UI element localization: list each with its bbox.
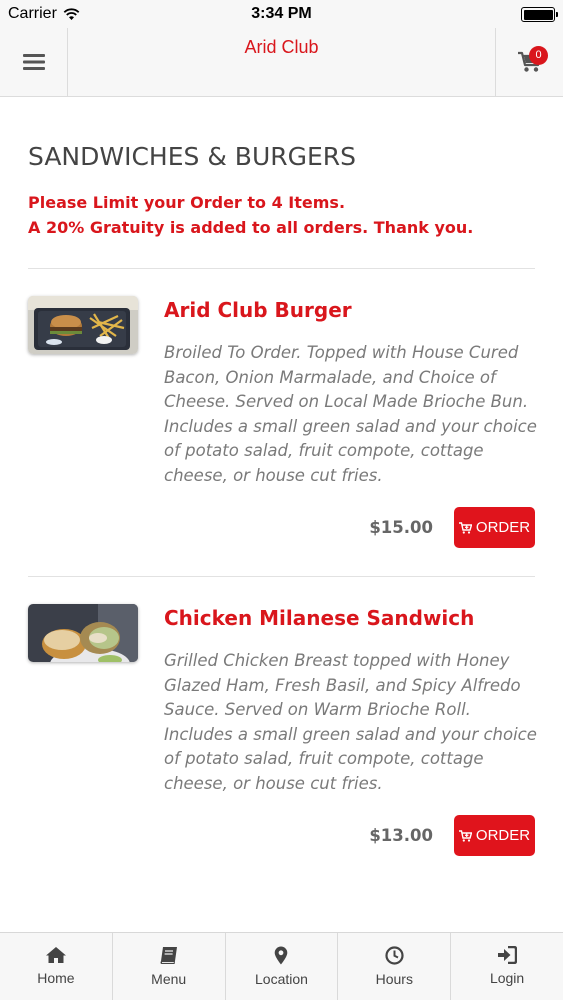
order-button-label: ORDER — [475, 519, 531, 536]
tab-menu[interactable]: Menu — [113, 933, 226, 1000]
notice-line-2: A 20% Gratuity is added to all orders. T… — [28, 218, 474, 237]
order-notice: Please Limit your Order to 4 Items. A 20… — [28, 190, 535, 240]
order-button-label: ORDER — [475, 827, 531, 844]
nav-bar: Arid Club 0 — [0, 28, 563, 97]
item-description: Broiled To Order. Topped with House Cure… — [164, 343, 537, 485]
sign-in-icon — [498, 946, 518, 964]
tab-label: Menu — [151, 971, 187, 987]
map-pin-icon — [275, 946, 288, 965]
sandwich-photo[interactable] — [28, 604, 138, 662]
tab-hours[interactable]: Hours — [338, 933, 452, 1000]
menu-category-content: SANDWICHES & BURGERS Please Limit your O… — [28, 97, 537, 884]
burger-photo[interactable] — [28, 296, 138, 354]
home-icon — [45, 947, 66, 963]
cart-plus-icon — [458, 829, 472, 842]
hamburger-icon — [22, 54, 45, 70]
item-price: $13.00 — [369, 826, 433, 845]
tab-label: Home — [37, 970, 75, 986]
item-price: $15.00 — [369, 518, 433, 537]
clock-time: 3:34 PM — [251, 5, 312, 22]
app-title: Arid Club — [244, 37, 319, 57]
tab-label: Location — [255, 971, 308, 987]
cart-plus-icon — [458, 521, 472, 534]
tab-login[interactable]: Login — [451, 933, 563, 1000]
cart-button[interactable]: 0 — [495, 28, 563, 96]
category-title: SANDWICHES & BURGERS — [28, 142, 357, 171]
battery-icon — [521, 7, 558, 22]
status-bar: Carrier 3:34 PM — [0, 0, 563, 28]
item-description: Grilled Chicken Breast topped with Honey… — [164, 651, 537, 793]
item-name[interactable]: Arid Club Burger — [164, 298, 352, 322]
tab-bar: Home Menu Location Hours Login — [0, 932, 563, 1000]
notice-line-1: Please Limit your Order to 4 Items. — [28, 193, 346, 212]
tab-label: Login — [489, 970, 525, 986]
menu-button[interactable] — [0, 28, 68, 96]
order-button[interactable]: ORDER — [454, 815, 535, 856]
menu-item: Arid Club Burger Broiled To Order. Toppe… — [28, 269, 537, 576]
item-name[interactable]: Chicken Milanese Sandwich — [164, 606, 474, 630]
menu-item: Chicken Milanese Sandwich Grilled Chicke… — [28, 577, 537, 884]
tab-home[interactable]: Home — [0, 933, 113, 1000]
order-button[interactable]: ORDER — [454, 507, 535, 548]
tab-location[interactable]: Location — [226, 933, 339, 1000]
clock-icon — [385, 946, 404, 965]
tab-label: Hours — [375, 971, 413, 987]
book-icon — [160, 947, 177, 964]
cart-count-badge: 0 — [529, 46, 548, 65]
